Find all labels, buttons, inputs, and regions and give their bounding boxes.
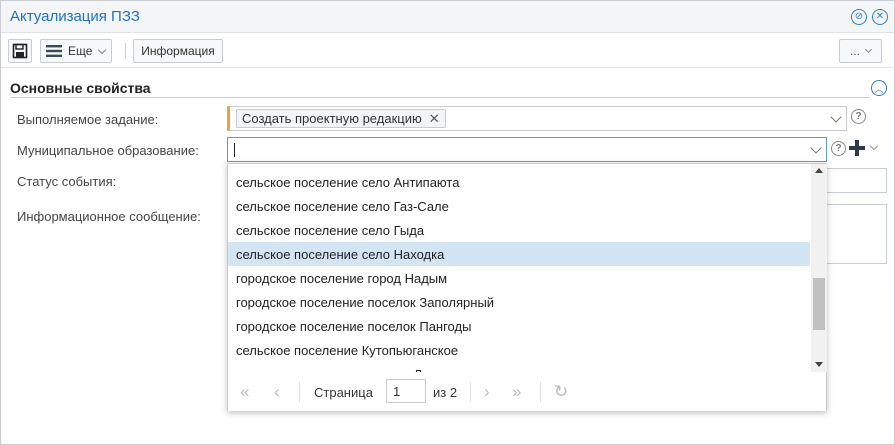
toolbar: Еще Информация ... — [1, 34, 894, 68]
pager-divider — [299, 382, 300, 402]
chevron-down-icon[interactable] — [830, 111, 842, 123]
dropdown-option[interactable]: сельское поселение село Гыда — [228, 218, 810, 242]
page-number-value: 1 — [393, 383, 401, 399]
collapse-icon[interactable]: ︿ — [871, 80, 887, 96]
section-title: Основные свойства — [10, 80, 151, 96]
help-icon[interactable]: ? — [851, 109, 866, 124]
chevron-down-icon — [98, 45, 107, 54]
first-page-icon[interactable]: « — [240, 383, 249, 400]
info-message-textarea[interactable] — [821, 204, 887, 264]
toolbar-divider — [125, 43, 126, 59]
chevron-down-icon[interactable] — [810, 142, 822, 154]
dropdown-option[interactable]: городское поселение поселок Пангоды — [228, 314, 810, 338]
task-select[interactable]: Создать проектную редакцию ✕ — [227, 106, 847, 131]
task-label: Выполняемое задание: — [17, 112, 159, 127]
info-button-label: Информация — [141, 44, 215, 58]
prev-page-icon[interactable]: ‹ — [274, 383, 280, 400]
event-status-label: Статус события: — [17, 174, 117, 189]
pager-divider — [470, 382, 471, 402]
menu-icon — [46, 45, 62, 57]
scroll-down-icon[interactable] — [815, 362, 823, 367]
window-title: Актуализация ПЗЗ — [10, 8, 140, 25]
dropdown-option[interactable]: сельское поселение поселок Лонгъюган — [228, 362, 810, 373]
municipality-label: Муниципальное образование: — [17, 143, 199, 158]
pager: « ‹ Страница 1 из 2 › » ↻ — [228, 373, 826, 411]
next-page-icon[interactable]: › — [484, 383, 490, 400]
close-icon[interactable]: ✕ — [872, 9, 888, 25]
dropdown-option[interactable]: городское поселение город Надым — [228, 266, 810, 290]
dropdown-option[interactable]: сельское поселение село Антипаюта — [228, 170, 810, 194]
save-icon — [12, 43, 28, 59]
title-bar: Актуализация ПЗЗ ⊘ ✕ — [1, 1, 894, 33]
page-label: Страница — [314, 385, 373, 400]
chevron-down-icon[interactable] — [869, 141, 879, 151]
task-tag: Создать проектную редакцию ✕ — [236, 109, 446, 128]
scrollbar-thumb[interactable] — [813, 278, 825, 330]
last-page-icon[interactable]: » — [512, 383, 521, 400]
remove-tag-icon[interactable]: ✕ — [429, 111, 440, 127]
chevron-down-icon — [864, 45, 873, 54]
dropdown-option[interactable]: сельское поселение Кутопьюганское — [228, 338, 810, 362]
info-message-label: Информационное сообщение: — [17, 209, 201, 224]
scroll-up-icon[interactable] — [815, 168, 823, 173]
overflow-menu-button[interactable]: ... — [839, 39, 882, 63]
section-divider — [10, 97, 870, 98]
dialog-window: Актуализация ПЗЗ ⊘ ✕ Еще Информация ... … — [0, 0, 895, 445]
scrollbar[interactable] — [811, 164, 827, 372]
more-menu-label: Еще — [68, 44, 93, 58]
event-status-field[interactable] — [821, 168, 887, 193]
municipality-input[interactable] — [227, 137, 827, 162]
municipality-dropdown: сельское поселение село Антипаюта сельско… — [227, 163, 827, 411]
dropdown-option[interactable]: городское поселение поселок Заполярный — [228, 290, 810, 314]
help-icon[interactable]: ? — [831, 141, 846, 156]
more-menu-button[interactable]: Еще — [40, 39, 112, 63]
dropdown-option[interactable]: сельское поселение село Находка — [228, 242, 810, 266]
refresh-icon[interactable]: ↻ — [554, 383, 568, 400]
overflow-menu-label: ... — [849, 44, 860, 58]
add-icon[interactable] — [849, 140, 865, 156]
info-button[interactable]: Информация — [133, 39, 223, 63]
text-cursor — [234, 143, 235, 157]
dropdown-list: сельское поселение село Антипаюта сельско… — [228, 164, 811, 372]
task-tag-label: Создать проектную редакцию — [242, 111, 422, 126]
page-total-label: из 2 — [433, 385, 458, 400]
save-button[interactable] — [8, 39, 32, 63]
pager-divider — [540, 382, 541, 402]
page-number-input[interactable]: 1 — [386, 379, 426, 403]
detach-icon[interactable]: ⊘ — [851, 9, 867, 25]
dropdown-option[interactable]: сельское поселение село Газ-Сале — [228, 194, 810, 218]
